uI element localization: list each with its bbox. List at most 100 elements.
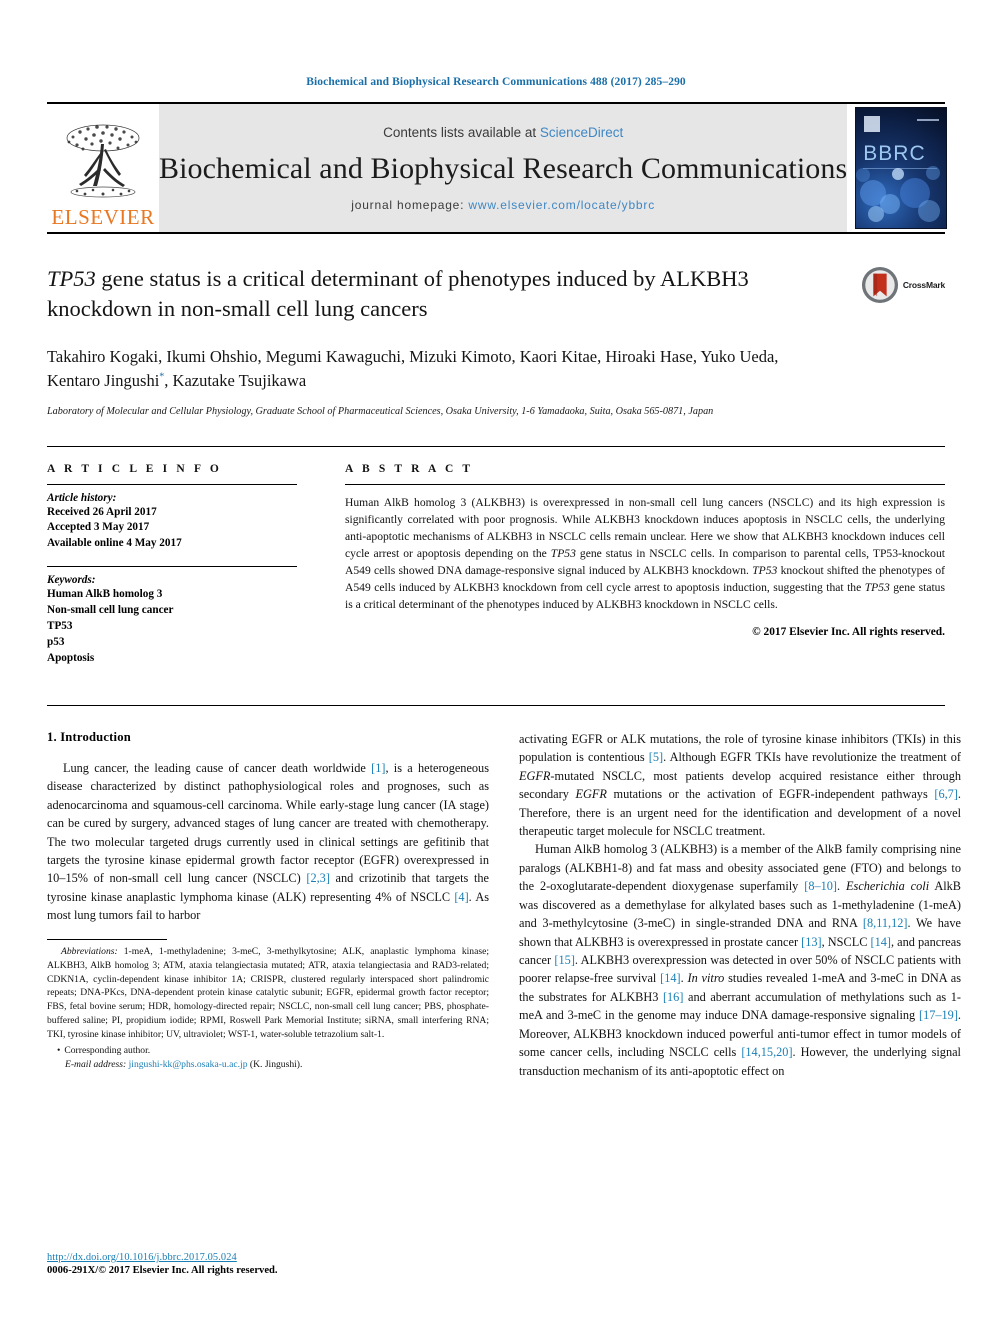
- citation-ref[interactable]: [2,3]: [306, 871, 330, 885]
- keyword-item: p53: [47, 635, 65, 648]
- abbreviations-text: 1-meA, 1-methyladenine; 3-meC, 3-methylk…: [47, 945, 489, 1041]
- para-seg: .: [680, 971, 688, 986]
- abstract-gene-italic: TP53: [550, 546, 576, 560]
- contents-prefix: Contents lists available at: [383, 124, 540, 140]
- citation-ref[interactable]: [14,15,20]: [741, 1045, 792, 1059]
- email-tail: (K. Jingushi).: [247, 1058, 303, 1070]
- intro-paragraph-right-1: activating EGFR or ALK mutations, the ro…: [519, 730, 961, 841]
- citation-ref[interactable]: [8,11,12]: [863, 916, 908, 930]
- masthead-center: Contents lists available at ScienceDirec…: [159, 104, 848, 232]
- section-heading-introduction: 1. Introduction: [47, 729, 131, 744]
- para-seg: .: [837, 879, 847, 894]
- keyword-item: TP53: [47, 620, 73, 633]
- contents-available-line: Contents lists available at ScienceDirec…: [383, 125, 623, 140]
- crossmark-badge[interactable]: CrossMark: [861, 266, 945, 304]
- footnote-block: Abbreviations: 1-meA, 1-methyladenine; 3…: [47, 938, 489, 1072]
- cover-bokeh: [918, 200, 941, 222]
- citation-ref[interactable]: [14]: [660, 971, 681, 985]
- doi-link[interactable]: http://dx.doi.org/10.1016/j.bbrc.2017.05…: [47, 1252, 278, 1263]
- crossmark-label: CrossMark: [902, 280, 945, 290]
- author-list: Takahiro Kogaki, Ikumi Ohshio, Megumi Ka…: [47, 345, 807, 393]
- title-gene-italic: TP53: [47, 266, 96, 291]
- bullet-icon: •: [57, 1045, 61, 1057]
- authors-tail: , Kazutake Tsujikawa: [164, 371, 307, 391]
- abbreviations-label: Abbreviations:: [61, 945, 118, 957]
- body-column-right: activating EGFR or ALK mutations, the ro…: [519, 730, 961, 1080]
- citation-ref[interactable]: [5]: [649, 750, 663, 764]
- journal-homepage-line: journal homepage: www.elsevier.com/locat…: [351, 198, 655, 212]
- cover-bokeh: [892, 168, 905, 180]
- abstract-rule: [345, 483, 945, 485]
- elsevier-tree-icon: [66, 124, 140, 198]
- issn-copyright: 0006-291X/© 2017 Elsevier Inc. All right…: [47, 1265, 278, 1276]
- page-title: TP53 gene status is a critical determina…: [47, 264, 817, 323]
- cover-emblem-icon: [864, 116, 881, 132]
- keyword-item: Non-small cell lung cancer: [47, 604, 174, 617]
- article-info-column: A R T I C L E I N F O Article history: R…: [47, 463, 297, 667]
- article-info-heading: A R T I C L E I N F O: [47, 462, 222, 475]
- article-info-abstract-band: A R T I C L E I N F O Article history: R…: [47, 445, 945, 667]
- citation-ref[interactable]: [15]: [554, 953, 575, 967]
- affiliation: Laboratory of Molecular and Cellular Phy…: [47, 406, 714, 418]
- article-history-group: Article history: Received 26 April 2017 …: [47, 485, 297, 553]
- species-italic: Escherichia coli: [846, 879, 930, 894]
- keywords-label: Keywords:: [47, 574, 96, 587]
- corresponding-author-text: Corresponding author.: [64, 1045, 151, 1057]
- cover-topbar-icon: [917, 119, 940, 121]
- crossmark-icon: [861, 266, 898, 304]
- journal-masthead: ELSEVIER Contents lists available at Sci…: [47, 102, 956, 234]
- bbrc-cover-image: BBRC: [855, 107, 948, 229]
- para-seg: . Although EGFR TKIs have revolutionize …: [663, 750, 961, 765]
- corresponding-author-note: • Corresponding author.: [47, 1044, 489, 1058]
- history-accepted: Accepted 3 May 2017: [47, 521, 150, 534]
- footnote-rule: [47, 938, 167, 940]
- abstract-gene-italic: TP53: [752, 563, 778, 577]
- para-seg: mutations or the activation of EGFR-inde…: [606, 787, 935, 802]
- keyword-item: Human AlkB homolog 3: [47, 588, 163, 601]
- title-remainder: gene status is a critical determinant of…: [47, 266, 749, 321]
- citation-ref[interactable]: [16]: [663, 990, 684, 1004]
- email-note: E-mail address: jingushi-kk@phs.osaka-u.…: [47, 1058, 489, 1072]
- citation-ref[interactable]: [13]: [801, 935, 822, 949]
- gene-italic: EGFR: [519, 768, 551, 783]
- article-history-label: Article history:: [47, 491, 117, 504]
- elsevier-logo: ELSEVIER: [47, 104, 159, 232]
- cover-bokeh: [926, 166, 941, 180]
- journal-homepage-link[interactable]: www.elsevier.com/locate/ybbrc: [468, 198, 655, 212]
- abstract-column: A B S T R A C T Human AlkB homolog 3 (AL…: [345, 463, 945, 667]
- title-block: CrossMark TP53 gene status is a critical…: [47, 264, 945, 420]
- keyword-item: Apoptosis: [47, 651, 95, 664]
- invitro-italic: In vitro: [687, 971, 725, 986]
- email-label: E-mail address:: [65, 1058, 127, 1070]
- para-seg: , is a heterogeneous disease characteriz…: [47, 760, 489, 886]
- citation-ref[interactable]: [6,7]: [934, 787, 958, 801]
- intro-paragraph-right-2: Human AlkB homolog 3 (ALKBH3) is a membe…: [519, 840, 961, 1080]
- citation-ref[interactable]: [1]: [371, 761, 385, 775]
- authors-main: Takahiro Kogaki, Ikumi Ohshio, Megumi Ka…: [47, 347, 779, 391]
- homepage-prefix: journal homepage:: [351, 197, 469, 212]
- email-link[interactable]: jingushi-kk@phs.osaka-u.ac.jp: [129, 1059, 248, 1070]
- publisher-footer: http://dx.doi.org/10.1016/j.bbrc.2017.05…: [47, 1252, 278, 1276]
- journal-cover-thumbnail: BBRC: [847, 104, 956, 232]
- citation-ref[interactable]: [14]: [871, 935, 892, 949]
- para-seg: Lung cancer, the leading cause of cancer…: [63, 760, 372, 775]
- abbreviations-footnote: Abbreviations: 1-meA, 1-methyladenine; 3…: [47, 945, 489, 1042]
- body-columns: 1. Introduction Lung cancer, the leading…: [47, 704, 961, 1080]
- running-head: Biochemical and Biophysical Research Com…: [306, 76, 686, 88]
- paper-page: Biochemical and Biophysical Research Com…: [0, 0, 992, 1323]
- intro-paragraph-left: Lung cancer, the leading cause of cancer…: [47, 759, 489, 925]
- cover-bokeh: [868, 206, 885, 222]
- sciencedirect-link[interactable]: ScienceDirect: [540, 125, 623, 140]
- para-seg: , NSCLC: [821, 934, 871, 949]
- history-available-online: Available online 4 May 2017: [47, 537, 182, 550]
- citation-ref[interactable]: [17–19]: [919, 1008, 958, 1022]
- citation-ref[interactable]: [4]: [454, 890, 468, 904]
- journal-title: Biochemical and Biophysical Research Com…: [159, 151, 848, 185]
- citation-ref[interactable]: [8–10]: [804, 879, 837, 893]
- gene-italic: EGFR: [575, 787, 607, 802]
- bbrc-wordmark: BBRC: [863, 142, 926, 165]
- keywords-group: Keywords: Human AlkB homolog 3 Non-small…: [47, 567, 297, 667]
- body-column-left: 1. Introduction Lung cancer, the leading…: [47, 730, 489, 1080]
- abstract-text: Human AlkB homolog 3 (ALKBH3) is overexp…: [345, 494, 945, 613]
- history-received: Received 26 April 2017: [47, 505, 157, 518]
